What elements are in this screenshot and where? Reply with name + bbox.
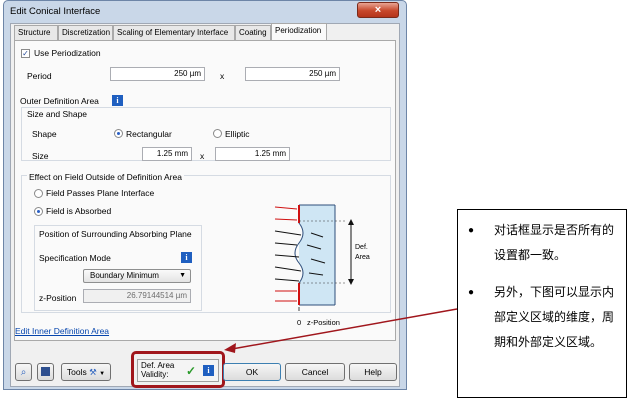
- shape-elliptic-label: Elliptic: [225, 129, 250, 139]
- chevron-down-icon: ▼: [99, 371, 106, 377]
- tools-button[interactable]: Tools ⚒ ▼: [61, 363, 111, 381]
- bullet-dot-icon: ●: [468, 287, 475, 298]
- validity-label-2: Validity:: [141, 370, 169, 379]
- shape-label: Shape: [32, 129, 57, 139]
- close-button[interactable]: ×: [357, 2, 399, 18]
- effect-title: Effect on Field Outside of Definition Ar…: [27, 172, 184, 182]
- dialog-body: Structure Discretization Scaling of Elem…: [10, 23, 400, 388]
- spec-mode-value: Boundary Minimum: [90, 271, 159, 280]
- validity-check-icon: ✓: [186, 364, 197, 378]
- shape-elliptic-radio[interactable]: [213, 129, 222, 138]
- z-axis-label: z-Position: [307, 318, 340, 327]
- periodization-panel: ✓ Use Periodization Period 250 µm x 250 …: [14, 40, 396, 341]
- tab-structure[interactable]: Structure: [14, 25, 58, 40]
- outer-info-icon[interactable]: i: [112, 95, 123, 106]
- outer-definition-title: Outer Definition Area: [20, 96, 99, 106]
- def-label-1: Def.: [355, 244, 368, 251]
- period-x-input[interactable]: 250 µm: [110, 67, 205, 81]
- chevron-down-icon: ▼: [179, 272, 186, 279]
- period-y-input[interactable]: 250 µm: [245, 67, 340, 81]
- absorbing-plane-title: Position of Surrounding Absorbing Plane: [39, 229, 192, 239]
- z-position-label: z-Position: [39, 293, 77, 303]
- validity-panel: Def. Area Validity: ✓ i: [137, 359, 219, 382]
- zoom-button[interactable]: ⌕: [15, 363, 32, 381]
- size-x-input[interactable]: 1.25 mm: [142, 147, 192, 161]
- size-label: Size: [32, 151, 49, 161]
- bullet-dot-icon: ●: [468, 225, 475, 236]
- def-label-2: Area: [355, 254, 370, 261]
- annotation-callout: ● 对话框显示是否所有的设置都一致。 ● 另外，下图可以显示内部定义区域的维度，…: [457, 209, 627, 398]
- annotation-text-1: 对话框显示是否所有的设置都一致。: [494, 223, 615, 262]
- absorbing-plane-diagram-icon: Def. Area: [274, 204, 370, 311]
- field-absorbed-radio[interactable]: [34, 207, 43, 216]
- validity-label-1: Def. Area: [141, 361, 175, 370]
- window-title: Edit Conical Interface: [10, 6, 101, 17]
- size-shape-title: Size and Shape: [27, 109, 88, 119]
- field-passes-radio[interactable]: [34, 189, 43, 198]
- tools-label: Tools: [66, 367, 87, 377]
- magnifier-icon: ⌕: [20, 367, 27, 378]
- annotation-text-2: 另外，下图可以显示内部定义区域的维度，周期和外部定义区域。: [494, 285, 615, 349]
- z-position-input[interactable]: 26.79144514 µm: [83, 289, 191, 303]
- size-separator: x: [200, 151, 205, 161]
- shape-rectangular-label: Rectangular: [126, 129, 172, 139]
- period-label: Period: [27, 71, 52, 81]
- field-passes-label: Field Passes Plane Interface: [46, 188, 155, 198]
- spec-mode-label: Specification Mode: [39, 253, 111, 263]
- save-button[interactable]: [37, 363, 54, 381]
- floppy-disk-icon: [41, 367, 50, 376]
- field-absorbed-label: Field is Absorbed: [46, 206, 112, 216]
- size-y-input[interactable]: 1.25 mm: [215, 147, 290, 161]
- ok-button[interactable]: OK: [223, 363, 281, 381]
- tab-scaling[interactable]: Scaling of Elementary Interface: [113, 25, 235, 40]
- edit-conical-interface-dialog: Edit Conical Interface × Structure Discr…: [3, 0, 407, 390]
- spec-mode-select[interactable]: Boundary Minimum ▼: [83, 269, 191, 283]
- tab-periodization[interactable]: Periodization: [271, 23, 327, 41]
- title-bar[interactable]: Edit Conical Interface ×: [4, 1, 406, 23]
- cancel-button[interactable]: Cancel: [285, 363, 345, 381]
- use-periodization-checkbox[interactable]: ✓: [21, 49, 30, 58]
- use-periodization-label: Use Periodization: [34, 48, 101, 58]
- validity-info-icon[interactable]: i: [203, 365, 214, 376]
- edit-inner-definition-link[interactable]: Edit Inner Definition Area: [15, 326, 109, 336]
- tools-icon: ⚒: [89, 367, 97, 377]
- shape-rectangular-radio[interactable]: [114, 129, 123, 138]
- tab-discretization[interactable]: Discretization: [58, 25, 113, 40]
- help-button[interactable]: Help: [349, 363, 397, 381]
- period-separator: x: [220, 71, 225, 81]
- tab-coating[interactable]: Coating: [235, 25, 271, 40]
- spec-mode-info-icon[interactable]: i: [181, 252, 192, 263]
- origin-label: 0: [297, 318, 302, 327]
